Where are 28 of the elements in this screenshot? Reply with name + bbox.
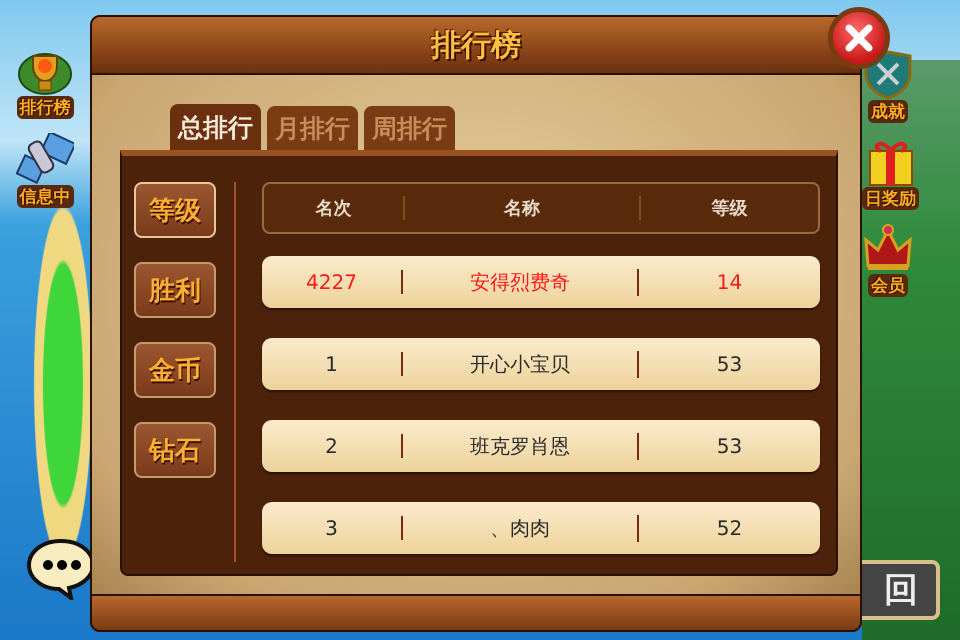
level-cell-text: 52 bbox=[716, 516, 744, 540]
level-cell-text: 53 bbox=[716, 352, 744, 376]
menu-label[interactable]: 会员 bbox=[868, 274, 908, 297]
column-header: 名称 bbox=[405, 196, 641, 220]
name-cell: 班克罗肖恩 bbox=[403, 432, 639, 460]
rank-cell: 4227 bbox=[262, 270, 403, 294]
rank-cell: 3 bbox=[262, 516, 403, 540]
menu-label[interactable]: 排行榜 bbox=[16, 96, 74, 119]
menu-label[interactable]: 成就 bbox=[868, 100, 908, 123]
category-button[interactable]: 胜利 bbox=[134, 262, 216, 318]
column-header: 等级 bbox=[710, 197, 748, 220]
ranking-tab[interactable]: 总排行 bbox=[170, 104, 261, 150]
name-cell: 、肉肉 bbox=[403, 514, 639, 542]
rank-cell: 2 bbox=[262, 434, 403, 458]
menu-label[interactable]: 日奖励 bbox=[862, 187, 919, 210]
name-cell: 开心小宝贝 bbox=[403, 350, 639, 378]
rank-cell: 1 bbox=[262, 352, 403, 376]
dialog-title: 排行榜 bbox=[431, 26, 521, 64]
menu-label[interactable]: 信息中 bbox=[16, 185, 74, 208]
satellite-icon bbox=[16, 133, 74, 185]
category-button[interactable]: 金币 bbox=[134, 342, 216, 398]
level-cell-text: 14 bbox=[716, 270, 744, 294]
level-cell-text: 53 bbox=[716, 434, 744, 458]
name-cell: 安得烈费奇 bbox=[403, 268, 639, 296]
column-header: 名次 bbox=[264, 196, 405, 220]
category-button[interactable]: 钻石 bbox=[134, 422, 216, 478]
category-button[interactable]: 等级 bbox=[134, 182, 216, 238]
close-icon bbox=[844, 23, 874, 53]
